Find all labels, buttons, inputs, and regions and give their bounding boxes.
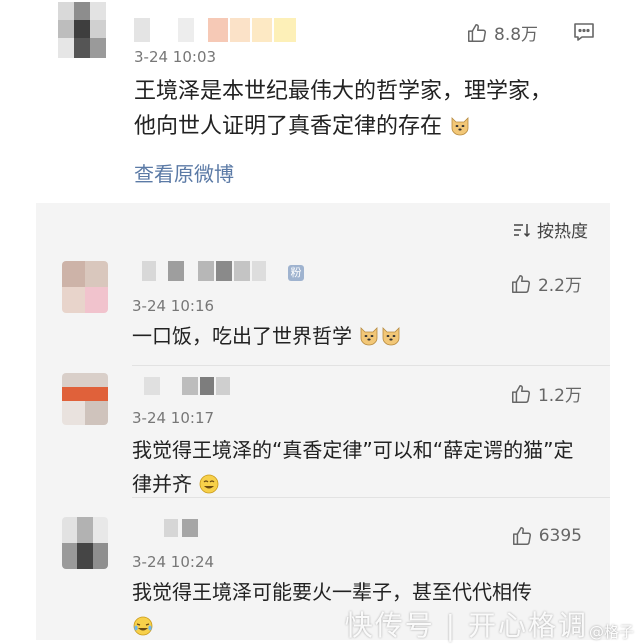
comment-text: 王境泽是本世纪最伟大的哲学家，理学家，他向世人证明了真香定律的存在 [134, 79, 553, 139]
sort-label: 按热度 [537, 222, 588, 242]
comment-icon [574, 23, 594, 41]
username-blurred[interactable] [132, 517, 232, 541]
like-count: 6395 [538, 526, 582, 546]
like-count: 8.8万 [494, 25, 539, 45]
replies-panel: 按热度 粉 3-24 10:16 2.2万 一口饭，吃出了世界哲学 3-24 1… [36, 203, 610, 642]
sort-icon [514, 223, 531, 237]
reply-item: 粉 3-24 10:16 2.2万 一口饭，吃出了世界哲学 [36, 255, 610, 359]
reply-item: 3-24 10:17 1.2万 我觉得王境泽的“真香定律”可以和“薛定谔的猫”定… [36, 369, 610, 499]
watermark: 快传号 | 开心格调 [344, 609, 588, 642]
thumbs-up-icon [468, 23, 486, 42]
like-button[interactable]: 6395 [511, 525, 582, 547]
avatar[interactable] [62, 261, 108, 313]
watermark-sub: @格子 [588, 623, 634, 641]
reply-timestamp: 3-24 10:24 [132, 553, 215, 571]
doge-emoji [451, 117, 469, 136]
fan-badge: 粉 [288, 265, 304, 281]
divider [132, 365, 610, 366]
reply-text: 我觉得王境泽的“真香定律”可以和“薛定谔的猫”定律并齐 [132, 438, 574, 496]
comment-button[interactable] [572, 20, 596, 44]
reply-text: 一口饭，吃出了世界哲学 [132, 319, 582, 353]
like-button[interactable]: 2.2万 [510, 271, 582, 296]
thumbs-up-icon [512, 527, 531, 545]
username-blurred[interactable] [134, 8, 314, 42]
reply-timestamp: 3-24 10:17 [132, 409, 215, 427]
divider [132, 497, 610, 498]
laugh-emoji [199, 474, 219, 494]
view-original-link[interactable]: 查看原微博 [134, 158, 234, 187]
like-button[interactable]: 8.8万 [466, 20, 538, 45]
thumbs-up-icon [511, 274, 530, 293]
sort-button[interactable]: 按热度 [513, 217, 588, 242]
cry-laugh-emoji [133, 616, 153, 636]
like-count: 2.2万 [537, 276, 582, 296]
thumbs-up-icon [511, 384, 530, 403]
comment-timestamp: 3-24 10:03 [134, 48, 217, 66]
like-button[interactable]: 1.2万 [510, 381, 582, 406]
like-count: 1.2万 [537, 386, 582, 406]
avatar[interactable] [62, 373, 108, 425]
avatar[interactable] [62, 517, 108, 569]
username-blurred[interactable]: 粉 [132, 259, 312, 285]
username-blurred[interactable] [132, 375, 252, 399]
reply-timestamp: 3-24 10:16 [132, 297, 215, 315]
avatar[interactable] [58, 2, 106, 58]
doge-emoji [382, 327, 400, 346]
doge-emoji [360, 327, 378, 346]
